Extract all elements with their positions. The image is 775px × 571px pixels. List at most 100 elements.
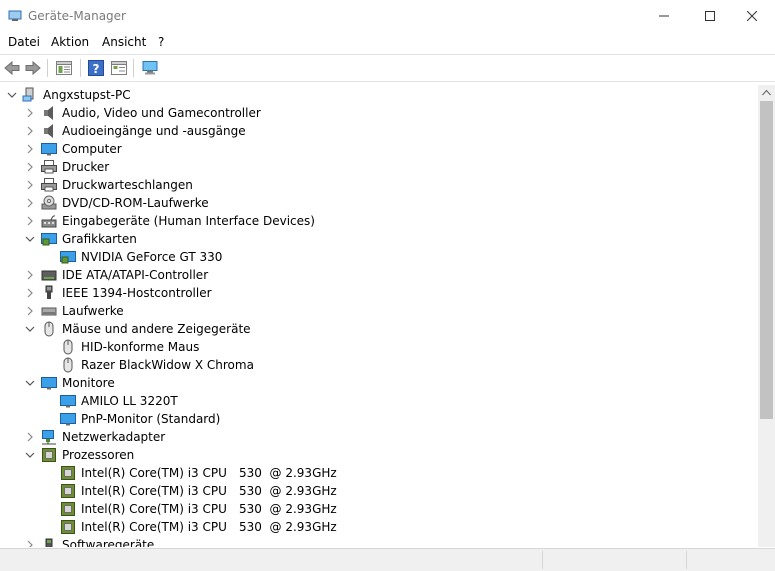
menu-datei[interactable]: Datei <box>8 35 40 49</box>
device-category[interactable]: Mäuse und andere Zeigegeräte <box>0 320 758 338</box>
cpu-icon <box>41 447 57 463</box>
tree-item-label: Computer <box>62 142 122 156</box>
monitor-icon <box>41 141 57 157</box>
device-category[interactable]: Netzwerkadapter <box>0 428 758 446</box>
properties-view-icon[interactable] <box>55 59 73 77</box>
tree-item-label: Softwaregeräte <box>62 538 155 547</box>
device-item[interactable]: NVIDIA GeForce GT 330 <box>0 248 758 266</box>
expand-chevron-down-icon[interactable] <box>6 89 18 101</box>
tree-item-label: Intel(R) Core(TM) i3 CPU <box>81 520 227 534</box>
forward-arrow-icon[interactable] <box>24 59 42 77</box>
device-category[interactable]: DVD/CD-ROM-Laufwerke <box>0 194 758 212</box>
mouse-icon <box>41 321 57 337</box>
tree-item-label: IEEE 1394-Hostcontroller <box>62 286 212 300</box>
toolbar-separator <box>133 59 134 77</box>
scroll-up-icon[interactable] <box>762 89 771 97</box>
expand-chevron-right-icon[interactable] <box>24 179 36 191</box>
device-category[interactable]: Audioeingänge und -ausgänge <box>0 122 758 140</box>
tree-item-label: Drucker <box>62 160 110 174</box>
device-category[interactable]: Laufwerke <box>0 302 758 320</box>
computer-root-icon <box>22 87 38 103</box>
tree-item-label: Intel(R) Core(TM) i3 CPU <box>81 502 227 516</box>
device-category[interactable]: Druckwarteschlangen <box>0 176 758 194</box>
device-item[interactable]: PnP-Monitor (Standard) <box>0 410 758 428</box>
tree-item-label: Netzwerkadapter <box>62 430 166 444</box>
device-category[interactable]: Grafikkarten <box>0 230 758 248</box>
cpu-speed-label: 530 @ 2.93GHz <box>239 502 337 516</box>
tree-item-label: Audioeingänge und -ausgänge <box>62 124 246 138</box>
expand-chevron-right-icon[interactable] <box>24 143 36 155</box>
close-button[interactable] <box>729 0 775 32</box>
expand-chevron-right-icon[interactable] <box>24 539 36 547</box>
toolbar: ? <box>0 55 775 81</box>
menu-bar: Datei Aktion Ansicht ? <box>0 33 775 53</box>
maximize-button[interactable] <box>687 0 733 32</box>
device-tree: Angxstupst-PC Audio, Video und Gamecontro… <box>0 85 758 547</box>
status-divider <box>686 551 687 569</box>
mouse-icon <box>60 357 76 373</box>
device-category[interactable]: Prozessoren <box>0 446 758 464</box>
expand-chevron-down-icon[interactable] <box>24 233 36 245</box>
maximize-icon <box>705 11 715 21</box>
minimize-icon <box>659 15 669 17</box>
device-item[interactable]: AMILO LL 3220T <box>0 392 758 410</box>
tree-item-label: HID-konforme Maus <box>81 340 200 354</box>
tree-item-label: Druckwarteschlangen <box>62 178 193 192</box>
device-category[interactable]: Computer <box>0 140 758 158</box>
expand-chevron-right-icon[interactable] <box>24 161 36 173</box>
monitor-icon <box>41 375 57 391</box>
expand-chevron-right-icon[interactable] <box>24 215 36 227</box>
close-icon <box>747 11 757 21</box>
tree-item-label: Mäuse und andere Zeigegeräte <box>62 322 251 336</box>
device-item[interactable]: Razer BlackWidow X Chroma <box>0 356 758 374</box>
menu-aktion[interactable]: Aktion <box>51 35 89 49</box>
cpu-speed-label: 530 @ 2.93GHz <box>239 484 337 498</box>
tree-item-label: NVIDIA GeForce GT 330 <box>81 250 223 264</box>
status-bar <box>0 548 775 571</box>
device-category[interactable]: IEEE 1394-Hostcontroller <box>0 284 758 302</box>
device-category[interactable]: IDE ATA/ATAPI-Controller <box>0 266 758 284</box>
expand-chevron-down-icon[interactable] <box>24 377 36 389</box>
expand-chevron-right-icon[interactable] <box>24 431 36 443</box>
device-category[interactable]: Softwaregeräte <box>0 536 758 547</box>
device-category[interactable]: Drucker <box>0 158 758 176</box>
help-icon[interactable]: ? <box>87 59 105 77</box>
device-category[interactable]: Audio, Video und Gamecontroller <box>0 104 758 122</box>
device-category[interactable]: Monitore <box>0 374 758 392</box>
network-icon <box>41 429 57 445</box>
ide-icon <box>41 267 57 283</box>
speaker-icon <box>41 123 57 139</box>
tree-item-label: Laufwerke <box>62 304 124 318</box>
tree-item-label: AMILO LL 3220T <box>81 394 178 408</box>
expand-chevron-right-icon[interactable] <box>24 305 36 317</box>
scrollbar-thumb[interactable] <box>760 101 773 419</box>
tree-item-label: Intel(R) Core(TM) i3 CPU <box>81 466 227 480</box>
tree-item-label: Grafikkarten <box>62 232 137 246</box>
cpu-icon <box>60 483 76 499</box>
device-item[interactable]: HID-konforme Maus <box>0 338 758 356</box>
vertical-scrollbar[interactable] <box>758 85 775 547</box>
expand-chevron-right-icon[interactable] <box>24 287 36 299</box>
expand-chevron-right-icon[interactable] <box>24 107 36 119</box>
expand-chevron-right-icon[interactable] <box>24 125 36 137</box>
tree-root[interactable]: Angxstupst-PC <box>0 86 758 104</box>
device-item[interactable]: Intel(R) Core(TM) i3 CPU 530 @ 2.93GHz <box>0 500 758 518</box>
expand-chevron-right-icon[interactable] <box>24 269 36 281</box>
expand-chevron-right-icon[interactable] <box>24 197 36 209</box>
minimize-button[interactable] <box>641 0 687 32</box>
expand-chevron-down-icon[interactable] <box>24 323 36 335</box>
cpu-icon <box>60 501 76 517</box>
scan-hardware-icon[interactable] <box>141 59 159 77</box>
device-category[interactable]: Eingabegeräte (Human Interface Devices) <box>0 212 758 230</box>
menu-help[interactable]: ? <box>158 35 164 49</box>
expand-chevron-down-icon[interactable] <box>24 449 36 461</box>
menu-ansicht[interactable]: Ansicht <box>102 35 146 49</box>
device-item[interactable]: Intel(R) Core(TM) i3 CPU 530 @ 2.93GHz <box>0 464 758 482</box>
device-item[interactable]: Intel(R) Core(TM) i3 CPU 530 @ 2.93GHz <box>0 482 758 500</box>
back-arrow-icon[interactable] <box>3 59 21 77</box>
toolbar-separator-line <box>0 81 775 82</box>
device-list-icon[interactable] <box>110 59 128 77</box>
cpu-speed-label: 530 @ 2.93GHz <box>239 520 337 534</box>
device-item[interactable]: Intel(R) Core(TM) i3 CPU 530 @ 2.93GHz <box>0 518 758 536</box>
tree-item-label: Prozessoren <box>62 448 135 462</box>
